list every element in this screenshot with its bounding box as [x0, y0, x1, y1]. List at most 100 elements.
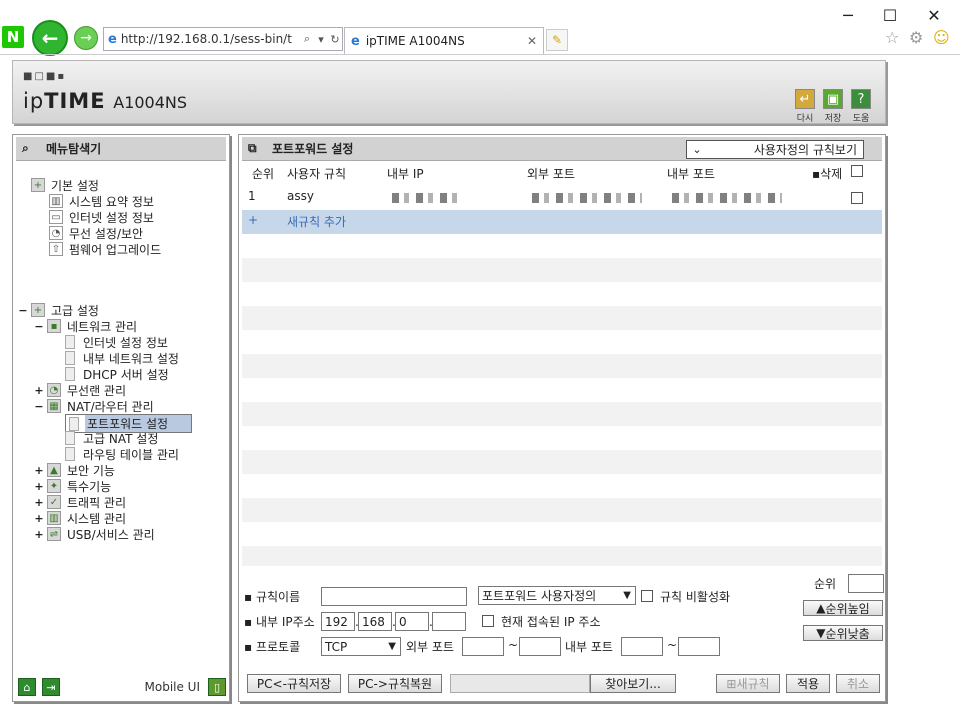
tree-label: 펌웨어 업그레이드 [69, 242, 162, 257]
expand-icon[interactable]: + [33, 384, 45, 397]
tree-advanced-settings[interactable]: − + 고급 설정 [17, 302, 101, 318]
browse-button[interactable]: 찾아보기... [590, 674, 676, 693]
rank-up-button[interactable]: ▲ 순위높임 [803, 600, 883, 616]
ip-octet-4[interactable] [432, 612, 466, 631]
row-delete-checkbox[interactable] [851, 192, 863, 204]
tree-dhcp-server[interactable]: DHCP 서버 설정 [65, 366, 171, 382]
tree-internal-network[interactable]: 내부 네트워크 설정 [65, 350, 181, 366]
add-rule-row[interactable]: + 새규칙 추가 [242, 210, 882, 234]
tree-basic-settings[interactable]: + 기본 설정 [31, 177, 101, 193]
rule-type-select[interactable]: 포트포워드 사용자정의 ▼ [478, 586, 636, 605]
tree-internet-info[interactable]: ▭ 인터넷 설정 정보 [49, 209, 156, 225]
rank-down-button[interactable]: ▼ 순위낮춤 [803, 625, 883, 641]
rule-name-input[interactable] [321, 587, 467, 606]
ie-icon: e [351, 33, 360, 49]
home-icon[interactable]: ⌂ [18, 678, 36, 696]
tree-label: 무선랜 관리 [67, 383, 127, 398]
pc-save-rules-button[interactable]: PC<-규칙저장 [247, 674, 341, 693]
tree-routing-table[interactable]: 라우팅 테이블 관리 [65, 446, 181, 462]
chart-icon: ▥ [49, 194, 63, 208]
usb-icon: ⇌ [47, 527, 61, 541]
help-button[interactable]: ? 도움 [849, 89, 873, 124]
maximize-icon[interactable]: ☐ [878, 4, 902, 26]
internal-ip-label-text: 내부 IP주소 [255, 615, 315, 629]
chevron-down-icon: ▼ [623, 590, 631, 601]
collapse-icon[interactable]: − [17, 304, 29, 317]
router-header: ■□■▪ ipTIME A1004NS ↵ 다시 ▣ 저장 ? 도움 [12, 60, 886, 124]
expand-icon[interactable]: + [33, 496, 45, 509]
expand-icon[interactable]: + [33, 528, 45, 541]
expand-icon[interactable]: + [33, 512, 45, 525]
tab-close-icon[interactable]: ✕ [527, 34, 543, 48]
table-row[interactable]: 1 assy [242, 186, 882, 210]
page-icon [65, 367, 75, 381]
search-icon[interactable]: ⌕ [300, 32, 314, 46]
address-bar[interactable]: e http://192.168.0.1/sess-bin/t ⌕ ▾ ↻ [103, 27, 343, 51]
tree-network-management[interactable]: − ▪ 네트워크 관리 [33, 318, 139, 334]
save-icon: ▣ [823, 89, 843, 109]
browser-tab[interactable]: e ipTIME A1004NS ✕ [344, 27, 544, 54]
close-icon[interactable]: ✕ [922, 4, 946, 26]
refresh-icon[interactable]: ↻ [328, 33, 342, 46]
save-button[interactable]: ▣ 저장 [821, 89, 845, 124]
tree-traffic[interactable]: + ✓ 트래픽 관리 [33, 494, 128, 510]
tree-usb-service[interactable]: + ⇌ USB/서비스 관리 [33, 526, 157, 542]
tree-label: NAT/라우터 관리 [67, 399, 154, 414]
cancel-button[interactable]: 취소 [836, 674, 880, 693]
menu-title-text: 메뉴탐색기 [46, 142, 102, 156]
page-icon [69, 416, 79, 431]
address-url[interactable]: http://192.168.0.1/sess-bin/t [121, 32, 300, 46]
tree-nat-router[interactable]: − ▦ NAT/라우터 관리 [33, 398, 156, 414]
reload-button[interactable]: ↵ 다시 [793, 89, 817, 124]
collapse-icon[interactable]: − [33, 320, 45, 333]
tree-system-summary[interactable]: ▥ 시스템 요약 정보 [49, 193, 156, 209]
tree-firmware-upgrade[interactable]: ⇧ 펌웨어 업그레이드 [49, 241, 163, 257]
apply-button[interactable]: 적용 [786, 674, 830, 693]
current-ip-checkbox[interactable] [482, 615, 494, 627]
internal-port-start[interactable] [621, 637, 663, 656]
internal-port-end[interactable] [678, 637, 720, 656]
empty-row [242, 450, 882, 474]
mobile-icon[interactable]: ▯ [208, 678, 226, 696]
logout-icon[interactable]: ⇥ [42, 678, 60, 696]
pc-restore-rules-button[interactable]: PC->규칙복원 [348, 674, 442, 693]
file-path-field[interactable] [450, 674, 590, 693]
protocol-select[interactable]: TCP ▼ [321, 637, 401, 656]
tree-system[interactable]: + ▥ 시스템 관리 [33, 510, 128, 526]
upgrade-icon: ⇧ [49, 242, 63, 256]
back-arrow-icon[interactable]: ← [32, 20, 68, 56]
minimize-icon[interactable]: ─ [836, 4, 860, 26]
new-tab-icon[interactable]: ✎ [546, 29, 568, 51]
disable-rule-checkbox[interactable] [641, 590, 653, 602]
expand-icon[interactable]: + [33, 480, 45, 493]
tree-special[interactable]: + ✦ 특수기능 [33, 478, 113, 494]
favorites-star-icon[interactable]: ☆ [885, 28, 899, 47]
ip-octet-2[interactable]: 168 [358, 612, 392, 631]
tree-security[interactable]: + ▲ 보안 기능 [33, 462, 117, 478]
dropdown-icon[interactable]: ▾ [314, 33, 328, 46]
tree-net-internet-info[interactable]: 인터넷 설정 정보 [65, 334, 170, 350]
smiley-icon[interactable]: ☺ [933, 28, 950, 47]
mobile-ui-link[interactable]: Mobile UI [145, 680, 201, 694]
tree-advanced-nat[interactable]: 고급 NAT 설정 [65, 430, 160, 446]
naver-logo-icon[interactable]: N [2, 26, 24, 48]
external-port-end[interactable] [519, 637, 561, 656]
protocol-value: TCP [325, 639, 348, 654]
ip-octet-3[interactable]: 0 [395, 612, 429, 631]
tree-wireless-security[interactable]: ◔ 무선 설정/보안 [49, 225, 145, 241]
select-all-checkbox[interactable] [851, 165, 863, 177]
rank-input[interactable] [848, 574, 884, 593]
new-rule-button[interactable]: ⊞ 새규칙 [716, 674, 780, 693]
settings-gear-icon[interactable]: ⚙ [909, 28, 923, 47]
page-copy-icon: ⧉ [248, 141, 257, 155]
wireless-icon: ◔ [47, 383, 61, 397]
add-rule-label: 새규칙 추가 [287, 215, 347, 229]
external-port-start[interactable] [462, 637, 504, 656]
tree-wireless-management[interactable]: + ◔ 무선랜 관리 [33, 382, 128, 398]
forward-arrow-icon[interactable]: → [74, 26, 98, 50]
collapse-icon[interactable]: − [33, 400, 45, 413]
rule-view-select[interactable]: ⌄ 사용자정의 규칙보기 [686, 140, 864, 159]
ip-octet-1[interactable]: 192 [321, 612, 355, 631]
expand-icon[interactable]: + [33, 464, 45, 477]
empty-row [242, 546, 882, 566]
